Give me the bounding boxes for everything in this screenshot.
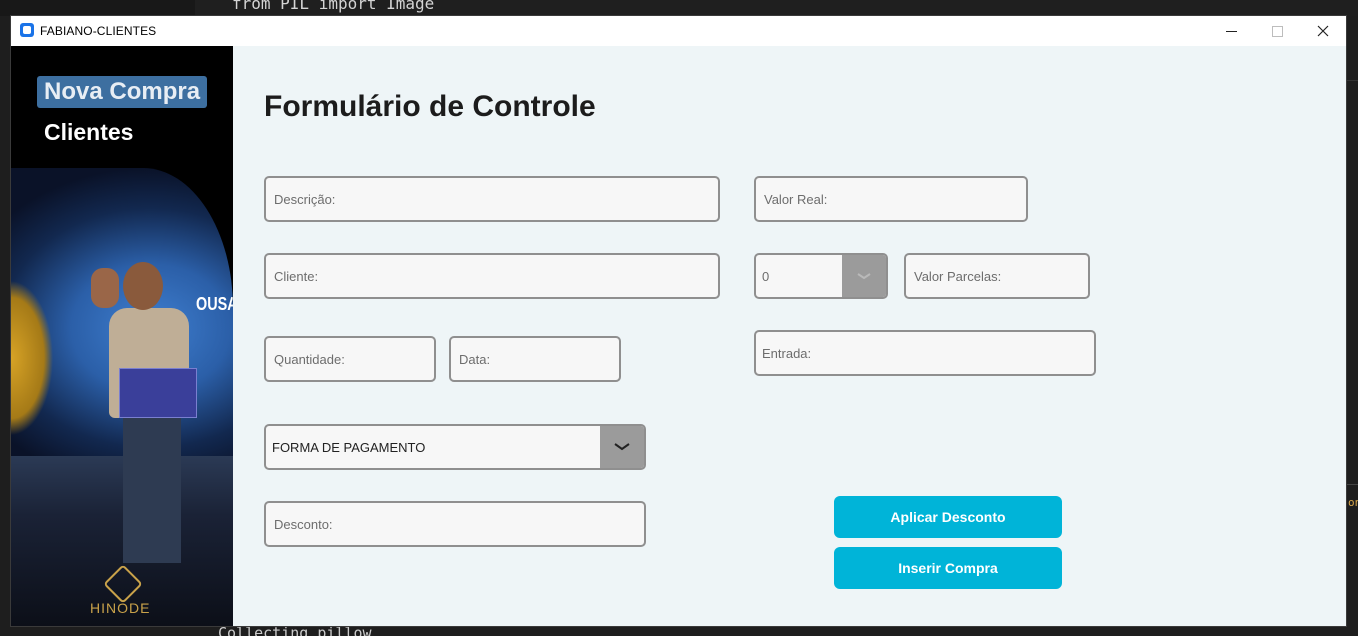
forma-pagamento-select[interactable]: FORMA DE PAGAMENTO [264, 424, 646, 470]
maximize-button[interactable] [1254, 16, 1300, 46]
valor-real-field[interactable] [754, 176, 1028, 222]
sidebar: OUSADOS HINODE Nova Compra Clientes [11, 46, 233, 626]
inserir-compra-button[interactable]: Inserir Compra [834, 547, 1062, 589]
minimize-button[interactable] [1208, 16, 1254, 46]
parcelas-select[interactable]: 0 [754, 253, 888, 299]
quantidade-field[interactable] [264, 336, 436, 382]
descricao-input[interactable] [274, 191, 710, 207]
certificate-image [119, 368, 197, 418]
cliente-input[interactable] [274, 268, 710, 284]
valor-parcelas-field[interactable] [904, 253, 1090, 299]
valor-real-input[interactable] [764, 191, 1018, 207]
brand-text: HINODE [90, 600, 151, 616]
window-title: FABIANO-CLIENTES [40, 24, 157, 38]
valor-parcelas-input[interactable] [914, 268, 1080, 284]
entrada-field[interactable] [754, 330, 1096, 376]
page-title: Formulário de Controle [264, 90, 596, 123]
sidebar-item-clientes[interactable]: Clientes [44, 119, 133, 146]
parcelas-value: 0 [762, 268, 770, 284]
entrada-input[interactable] [762, 345, 1088, 361]
title-bar[interactable]: FABIANO-CLIENTES [11, 16, 1346, 46]
editor-code-text: from PIL import Image [232, 0, 435, 13]
descricao-field[interactable] [264, 176, 720, 222]
background-terminal: Collecting pillow [0, 626, 1358, 636]
photo-caption: OUSADOS [196, 294, 233, 314]
cliente-field[interactable] [264, 253, 720, 299]
chevron-down-icon [614, 443, 630, 451]
editor-gutter [0, 0, 195, 16]
background-editor-edge: on [1346, 16, 1358, 626]
background-editor: from PIL import Image [0, 0, 1358, 16]
forma-pagamento-value: FORMA DE PAGAMENTO [272, 439, 426, 455]
close-button[interactable] [1300, 16, 1346, 46]
terminal-text: Collecting pillow [218, 626, 372, 636]
desconto-input[interactable] [274, 516, 636, 532]
close-icon [1317, 25, 1329, 37]
sidebar-item-nova-compra[interactable]: Nova Compra [37, 76, 208, 108]
desconto-field[interactable] [264, 501, 646, 547]
aplicar-desconto-button[interactable]: Aplicar Desconto [834, 496, 1062, 538]
data-input[interactable] [459, 351, 611, 367]
main-form-area: Formulário de Controle FORMA DE PAGAMENT… [233, 46, 1346, 626]
parcelas-dropdown-button[interactable] [842, 255, 886, 297]
editor-code-line: from PIL import Image [232, 0, 434, 16]
app-icon [20, 23, 34, 37]
sidebar-photo: OUSADOS HINODE [11, 168, 233, 626]
data-field[interactable] [449, 336, 621, 382]
editor-edge-text: on [1348, 496, 1358, 509]
quantidade-input[interactable] [274, 351, 426, 367]
forma-pagamento-dropdown-button[interactable] [600, 426, 644, 468]
chevron-down-icon [857, 273, 871, 280]
app-window: FABIANO-CLIENTES OUSADOS HINODE Nova Com… [11, 16, 1346, 626]
